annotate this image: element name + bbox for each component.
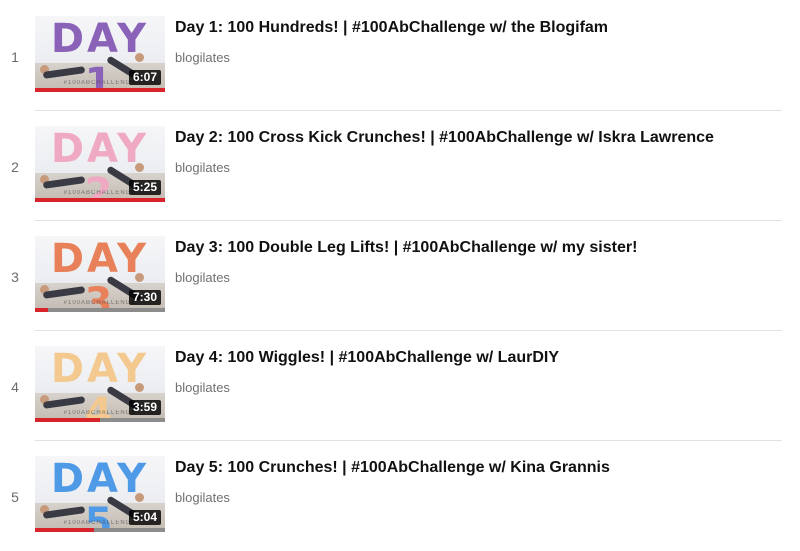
watch-progress-bar <box>35 418 165 422</box>
playlist-item[interactable]: 4 DAY 4 #100ABCHALLENGE 3:59 Day 4: 100 … <box>0 330 800 440</box>
video-title-link[interactable]: Day 4: 100 Wiggles! | #100AbChallenge w/… <box>175 349 780 367</box>
video-title-link[interactable]: Day 3: 100 Double Leg Lifts! | #100AbCha… <box>175 239 780 257</box>
playlist-item[interactable]: 2 DAY 2 #100ABCHALLENGE 5:25 Day 2: 100 … <box>0 110 800 220</box>
video-thumbnail[interactable]: DAY 1 #100ABCHALLENGE 6:07 <box>35 16 165 92</box>
video-duration-badge: 5:04 <box>128 510 161 525</box>
playlist-item-index: 3 <box>11 269 19 285</box>
playlist-item-index: 4 <box>11 379 19 395</box>
playlist-item-index: 1 <box>11 49 19 65</box>
watch-progress-bar <box>35 88 165 92</box>
playlist-item[interactable]: 3 DAY 3 #100ABCHALLENGE 7:30 Day 3: 100 … <box>0 220 800 330</box>
channel-name-link[interactable]: blogilates <box>175 50 230 65</box>
video-thumbnail[interactable]: DAY 4 #100ABCHALLENGE 3:59 <box>35 346 165 422</box>
video-thumbnail[interactable]: DAY 2 #100ABCHALLENGE 5:25 <box>35 126 165 202</box>
video-duration-badge: 5:25 <box>128 180 161 195</box>
playlist-video-list: 1 DAY 1 #100ABCHALLENGE 6:07 Day 1: 100 … <box>0 0 800 551</box>
video-thumbnail[interactable]: DAY 3 #100ABCHALLENGE 7:30 <box>35 236 165 312</box>
watch-progress-bar <box>35 528 165 532</box>
playlist-item-index: 2 <box>11 159 19 175</box>
channel-name-link[interactable]: blogilates <box>175 380 230 395</box>
playlist-item[interactable]: 5 DAY 5 #100ABCHALLENGE 5:04 Day 5: 100 … <box>0 440 800 550</box>
video-title-link[interactable]: Day 1: 100 Hundreds! | #100AbChallenge w… <box>175 19 780 37</box>
channel-name-link[interactable]: blogilates <box>175 270 230 285</box>
watch-progress-bar <box>35 198 165 202</box>
video-duration-badge: 3:59 <box>128 400 161 415</box>
video-title-link[interactable]: Day 5: 100 Crunches! | #100AbChallenge w… <box>175 459 780 477</box>
video-thumbnail[interactable]: DAY 5 #100ABCHALLENGE 5:04 <box>35 456 165 532</box>
video-duration-badge: 7:30 <box>128 290 161 305</box>
watch-progress-bar <box>35 308 165 312</box>
playlist-item-index: 5 <box>11 489 19 505</box>
channel-name-link[interactable]: blogilates <box>175 490 230 505</box>
video-title-link[interactable]: Day 2: 100 Cross Kick Crunches! | #100Ab… <box>175 129 780 147</box>
channel-name-link[interactable]: blogilates <box>175 160 230 175</box>
playlist-item[interactable]: 1 DAY 1 #100ABCHALLENGE 6:07 Day 1: 100 … <box>0 0 800 110</box>
video-duration-badge: 6:07 <box>128 70 161 85</box>
